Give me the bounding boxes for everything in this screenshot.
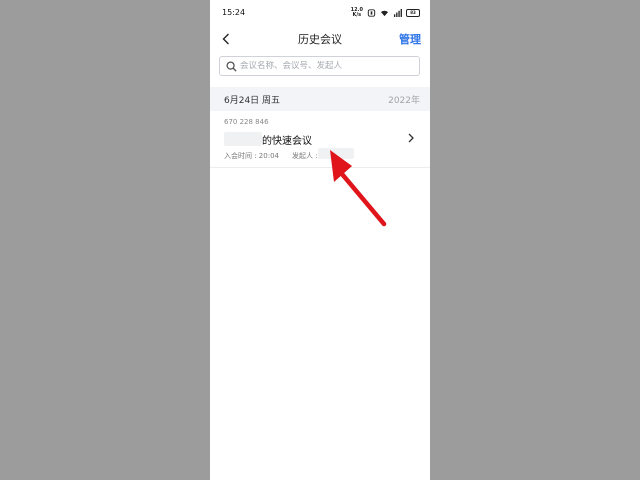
signal-icon — [393, 9, 402, 17]
net-speed-indicator: 12.0 K/s — [351, 8, 363, 18]
app-header: 历史会议 管理 — [210, 28, 430, 50]
search-icon — [226, 60, 237, 72]
manage-button[interactable]: 管理 — [399, 31, 421, 47]
meeting-title: 的快速会议 — [262, 136, 312, 147]
join-time: 入会时间 : 20:04 — [224, 152, 279, 160]
status-icons: 12.0 K/s 83 — [351, 8, 420, 18]
battery-icon: 83 — [406, 9, 420, 17]
year-label: 2022年 — [388, 96, 420, 106]
redacted-name — [224, 132, 262, 146]
phone-screen: 15:24 12.0 K/s 83 历史会议 管理 会议名称、会议号、发起人 6… — [210, 0, 430, 480]
annotation-arrow-icon — [330, 150, 387, 227]
search-input[interactable] — [240, 61, 410, 71]
status-bar: 15:24 12.0 K/s 83 — [210, 0, 430, 26]
page-title: 历史会议 — [298, 33, 342, 46]
host-label: 发起人 : — [292, 152, 318, 160]
status-time: 15:24 — [222, 8, 246, 17]
wifi-icon — [380, 10, 389, 17]
date-label: 6月24日 周五 — [224, 96, 281, 106]
net-speed-unit: K/s — [352, 12, 362, 18]
chevron-right-icon — [408, 133, 414, 143]
alarm-icon — [367, 9, 376, 17]
date-section-header: 6月24日 周五 2022年 — [210, 87, 430, 111]
meeting-id: 670 228 846 — [224, 118, 269, 126]
search-box[interactable] — [219, 56, 420, 76]
